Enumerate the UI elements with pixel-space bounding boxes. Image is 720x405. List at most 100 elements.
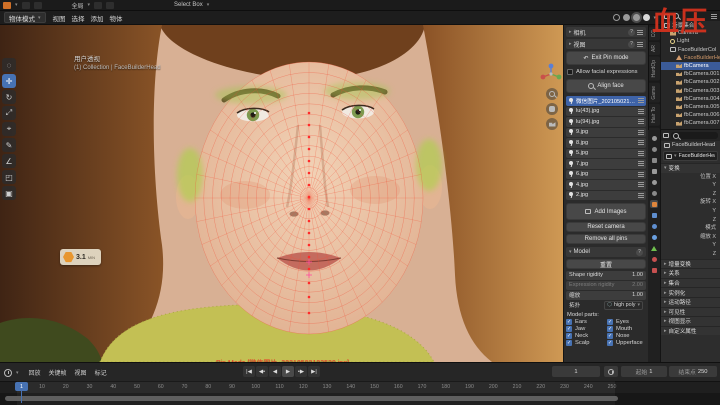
- item-menu-icon[interactable]: [638, 119, 644, 124]
- timeline-menu-标记[interactable]: 标记: [95, 368, 107, 377]
- mode-dropdown[interactable]: 物体模式 ▾: [4, 12, 46, 23]
- proportional-edit-icon[interactable]: [106, 2, 114, 9]
- model-reset-button[interactable]: 重置: [566, 259, 646, 269]
- image-list-item[interactable]: 6.jpg: [566, 170, 646, 180]
- viewlayer-tab[interactable]: [650, 167, 658, 175]
- transform-row-Y[interactable]: Y: [661, 207, 720, 216]
- viewport-3d[interactable]: 用户透视 (1) Collection | FaceBuilderHead ◌✛…: [0, 25, 565, 362]
- image-list-item[interactable]: 4.jpg: [566, 180, 646, 190]
- output-tab[interactable]: [650, 156, 658, 164]
- section-运动路径[interactable]: ▸运动路径: [661, 297, 720, 307]
- jump-end-button[interactable]: ▶|: [308, 366, 320, 377]
- world-tab[interactable]: [650, 189, 658, 197]
- particles-tab[interactable]: [650, 222, 658, 230]
- transform-tool[interactable]: ⌖: [2, 122, 16, 136]
- menu-物体[interactable]: 物体: [107, 13, 126, 23]
- annotate-tool[interactable]: ✎: [2, 138, 16, 152]
- image-list-item[interactable]: 9.jpg: [566, 128, 646, 138]
- part-checkbox-upperface[interactable]: ✓Upperface: [607, 340, 646, 346]
- orientation-dropdown[interactable]: 全局: [72, 1, 84, 10]
- camera-view-icon[interactable]: [546, 118, 558, 130]
- item-menu-icon[interactable]: [638, 151, 644, 156]
- model-section[interactable]: ▾Model?: [566, 247, 646, 257]
- item-menu-icon[interactable]: [638, 140, 644, 145]
- menu-添加[interactable]: 添加: [88, 13, 107, 23]
- texture-tab[interactable]: [650, 266, 658, 274]
- timeline-menu-回放[interactable]: 回放: [29, 368, 41, 377]
- timeline-editor-icon[interactable]: [4, 369, 12, 377]
- transform-section[interactable]: ▾变换: [661, 163, 720, 173]
- transform-row-旋转X[interactable]: 旋转 X: [661, 198, 720, 207]
- physics-tab[interactable]: [650, 233, 658, 241]
- part-checkbox-scalp[interactable]: ✓Scalp: [566, 340, 605, 346]
- part-checkbox-mouth[interactable]: ✓Mouth: [607, 326, 646, 332]
- outliner-row[interactable]: fbCamera.006: [661, 111, 720, 119]
- section-自定义属性[interactable]: ▸自定义属性: [661, 326, 720, 336]
- camera-section[interactable]: ▸相机?: [566, 27, 646, 37]
- modifier-tab[interactable]: [650, 211, 658, 219]
- image-list-item[interactable]: lu(94).jpg: [566, 117, 646, 127]
- topology-dropdown[interactable]: ⬡ high poly ▾: [604, 301, 643, 310]
- frame-start-field[interactable]: 起始1: [621, 366, 667, 377]
- section-可见性[interactable]: ▸可见性: [661, 307, 720, 317]
- allow-expressions-checkbox[interactable]: Allow facial expressions: [567, 69, 645, 75]
- section-实例化[interactable]: ▸实例化: [661, 287, 720, 297]
- tab-hair-to[interactable]: Hair To: [649, 104, 660, 126]
- item-menu-icon[interactable]: [638, 193, 644, 198]
- tweak-icon[interactable]: [22, 2, 30, 9]
- reset-camera-button[interactable]: Reset camera: [566, 222, 646, 232]
- playhead[interactable]: 1: [15, 382, 28, 391]
- solid-shading-icon[interactable]: [623, 14, 630, 21]
- object-tab[interactable]: [650, 200, 658, 208]
- outliner-row[interactable]: FaceBuilderCol: [661, 46, 720, 54]
- material-tab[interactable]: [650, 255, 658, 263]
- add-tool[interactable]: ▣: [2, 186, 16, 200]
- outliner-row[interactable]: fbCamera.007: [661, 119, 720, 127]
- image-list-item[interactable]: 5.jpg: [566, 149, 646, 159]
- current-frame-field[interactable]: 1: [552, 366, 600, 377]
- active-tool-label[interactable]: Select Box: [174, 2, 203, 8]
- part-checkbox-nose[interactable]: ✓Nose: [607, 333, 646, 339]
- snap-magnet-icon[interactable]: [94, 2, 102, 9]
- tab-hardop[interactable]: HardOp: [649, 57, 660, 81]
- timeline-menu-视图[interactable]: 视图: [75, 368, 87, 377]
- item-menu-icon[interactable]: [638, 130, 644, 135]
- transform-row-Z[interactable]: Z: [661, 190, 720, 199]
- rotate-tool[interactable]: ↻: [2, 90, 16, 104]
- exit-pin-mode-button[interactable]: ↶ Exit Pin mode: [566, 51, 646, 65]
- menu-视图[interactable]: 视图: [50, 13, 69, 23]
- transform-row-缩放X[interactable]: 缩放 X: [661, 233, 720, 242]
- zoom-icon[interactable]: [546, 88, 558, 100]
- view-section[interactable]: ▸视图?: [566, 39, 646, 49]
- remove-all-pins-button[interactable]: Remove all pins: [566, 234, 646, 244]
- transform-row-Y[interactable]: Y: [661, 181, 720, 190]
- timeline-ruler[interactable]: 1020304050607080901001101201301401501601…: [0, 381, 720, 393]
- part-checkbox-jaw[interactable]: ✓Jaw: [566, 326, 605, 332]
- object-name-field[interactable]: ▾ FaceBuilderHead: [663, 151, 718, 161]
- image-list-item[interactable]: 微信图片_2021050219...: [566, 96, 646, 106]
- outliner-row[interactable]: fbCamera.005: [661, 103, 720, 111]
- scene-tab[interactable]: [650, 178, 658, 186]
- section-视图显示[interactable]: ▸视图显示: [661, 316, 720, 326]
- item-menu-icon[interactable]: [638, 172, 644, 177]
- next-key-button[interactable]: •▶: [295, 366, 307, 377]
- section-关系[interactable]: ▸关系: [661, 268, 720, 278]
- play-reverse-button[interactable]: ◀: [269, 366, 281, 377]
- part-checkbox-neck[interactable]: ✓Neck: [566, 333, 605, 339]
- transform-row-Z[interactable]: Z: [661, 250, 720, 259]
- item-menu-icon[interactable]: [638, 98, 644, 103]
- scale-tool[interactable]: ⤢: [2, 106, 16, 120]
- image-list-item[interactable]: 2.jpg: [566, 191, 646, 201]
- play-button[interactable]: ▶: [282, 366, 294, 377]
- add-images-button[interactable]: Add Images: [566, 203, 646, 220]
- tab-ar[interactable]: AR: [649, 42, 660, 55]
- timeline-scrollbar[interactable]: [5, 396, 618, 401]
- outliner-row[interactable]: fbCamera: [661, 62, 720, 70]
- frame-end-field[interactable]: 结束点250: [669, 366, 717, 377]
- slider-缩放[interactable]: 缩放1.00: [566, 291, 646, 300]
- image-list-item[interactable]: 8.jpg: [566, 138, 646, 148]
- tool-tab[interactable]: [650, 134, 658, 142]
- move-tool[interactable]: ✛: [2, 74, 16, 88]
- measure-tool[interactable]: ∠: [2, 154, 16, 168]
- part-checkbox-eyes[interactable]: ✓Eyes: [607, 319, 646, 325]
